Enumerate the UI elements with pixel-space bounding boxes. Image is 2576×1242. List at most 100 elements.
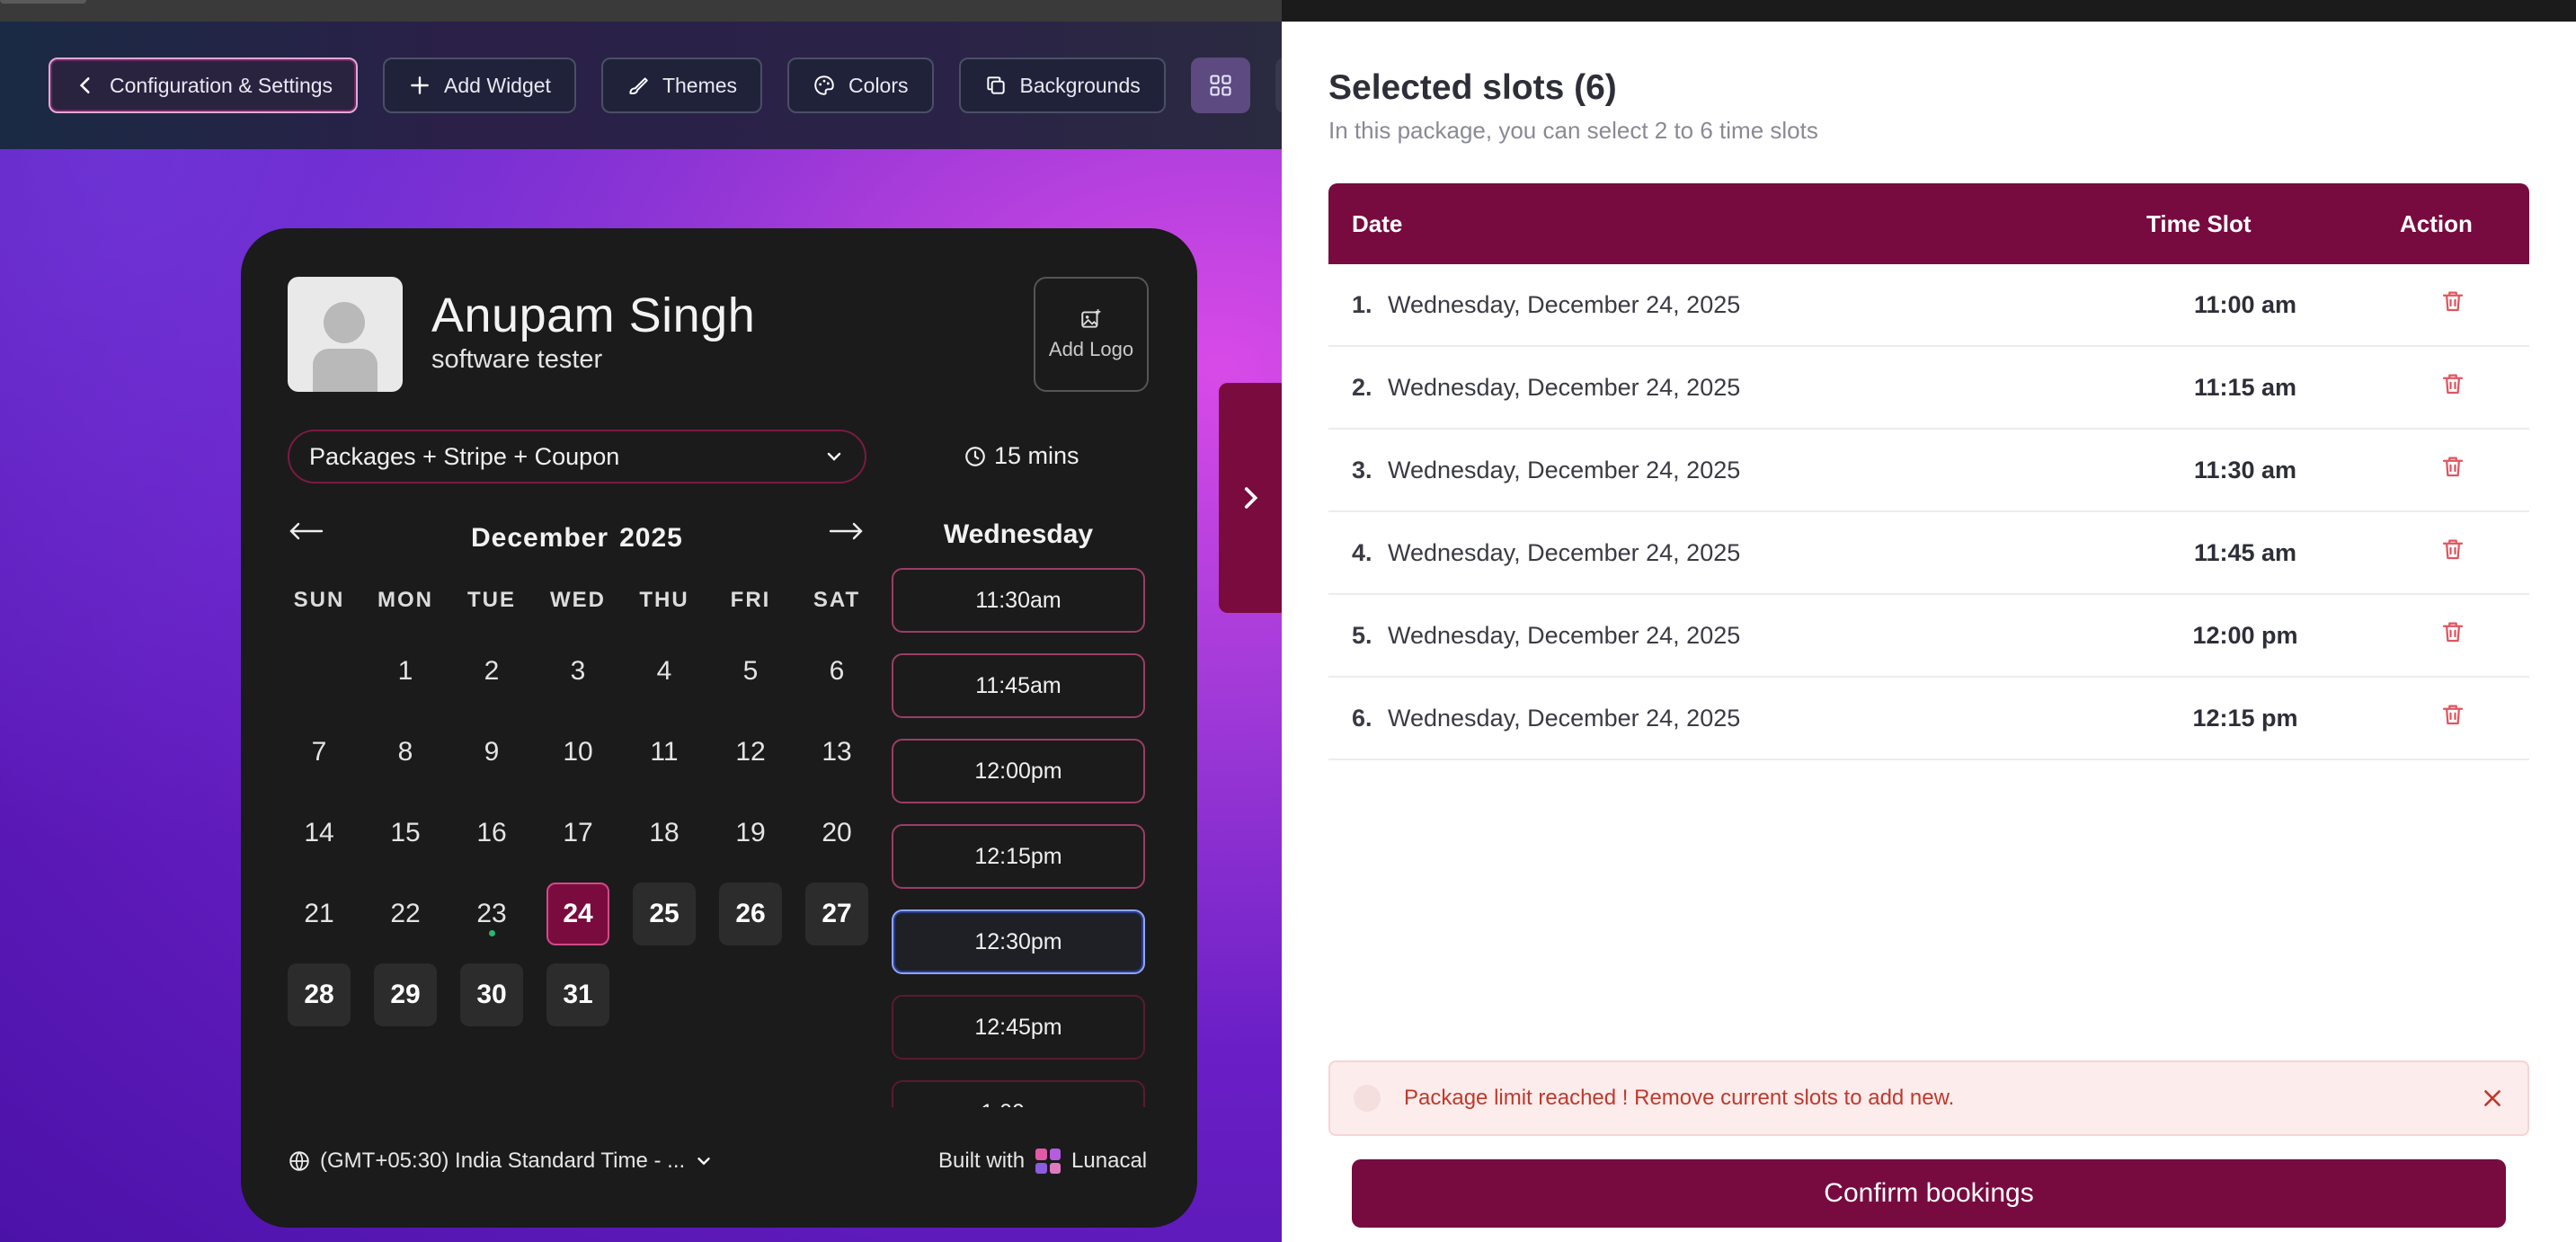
brush-icon [629, 77, 648, 94]
calendar-day-label: 20 [822, 818, 852, 847]
confirm-bookings-button[interactable]: Confirm bookings [1352, 1159, 2506, 1228]
row-date: Wednesday, December 24, 2025 [1388, 539, 1741, 566]
calendar-day-2[interactable]: 2 [460, 640, 523, 703]
editor-toolbar: Configuration & Settings Add Widget Them… [0, 22, 1282, 149]
time-slot-label: 12:30pm [974, 928, 1062, 954]
calendar-day-10[interactable]: 10 [546, 721, 609, 784]
calendar-day-12[interactable]: 12 [719, 721, 782, 784]
row-number: 2. [1352, 374, 1372, 401]
calendar-day-25[interactable]: 25 [633, 883, 696, 945]
duration-value: 15 mins [994, 442, 1079, 469]
calendar-day-8[interactable]: 8 [374, 721, 437, 784]
trash-icon[interactable] [2439, 370, 2466, 397]
row-number: 4. [1352, 539, 1372, 566]
duration-info: 15 mins [964, 442, 1079, 470]
time-slot-button[interactable]: 1:00pm [892, 1080, 1145, 1107]
time-slot-button[interactable]: 12:15pm [892, 824, 1145, 889]
calendar-day-23[interactable]: 23 [460, 883, 523, 945]
calendar-day-24[interactable]: 24 [546, 883, 609, 945]
calendar-day-5[interactable]: 5 [719, 640, 782, 703]
profile-role: software tester [431, 345, 603, 374]
trash-icon[interactable] [2439, 453, 2466, 480]
add-widget-button[interactable]: Add Widget [383, 58, 576, 113]
trash-icon[interactable] [2439, 618, 2466, 645]
table-row: 1. Wednesday, December 24, 2025 11:00 am [1328, 264, 2529, 347]
calendar-day-18[interactable]: 18 [633, 802, 696, 865]
calendar-day-31[interactable]: 31 [546, 963, 609, 1026]
backgrounds-button[interactable]: Backgrounds [958, 58, 1166, 113]
calendar-day-9[interactable]: 9 [460, 721, 523, 784]
calendar-day-13[interactable]: 13 [805, 721, 868, 784]
calendar-day-label: 26 [735, 899, 766, 928]
lunacal-logo-icon [1035, 1149, 1061, 1174]
calendar-day-label: 17 [563, 818, 593, 847]
colors-button[interactable]: Colors [787, 58, 934, 113]
calendar-day-21[interactable]: 21 [288, 883, 351, 945]
trash-icon[interactable] [2439, 701, 2466, 728]
calendar-day-17[interactable]: 17 [546, 802, 609, 865]
row-number: 3. [1352, 457, 1372, 483]
prev-month-button[interactable] [288, 512, 324, 550]
calendar-day-3[interactable]: 3 [546, 640, 609, 703]
calendar-day-27[interactable]: 27 [805, 883, 868, 945]
time-slot-button[interactable]: 12:30pm [892, 909, 1145, 974]
calendar-day-28[interactable]: 28 [288, 963, 351, 1026]
add-logo-button[interactable]: Add Logo [1034, 277, 1149, 392]
time-slot-list: 11:30am 11:45am 12:00pm 12:15pm 12:30pm 12:45… [892, 568, 1145, 1107]
calendar-day-29[interactable]: 29 [374, 963, 437, 1026]
calendar-day-4[interactable]: 4 [633, 640, 696, 703]
layout-grid-button[interactable] [1190, 58, 1250, 113]
time-slot-label: 11:30am [975, 587, 1061, 613]
arrow-right-icon [829, 522, 863, 540]
calendar-day-label: 27 [822, 899, 852, 928]
avatar[interactable] [288, 277, 403, 392]
colors-label: Colors [848, 73, 909, 97]
time-slot-button[interactable]: 12:45pm [892, 995, 1145, 1060]
time-slot-label: 12:15pm [974, 843, 1062, 869]
weekday-fri: FRI [730, 588, 771, 612]
browser-top-strip [0, 0, 1282, 22]
calendar-day-6[interactable]: 6 [805, 640, 868, 703]
calendar-day-label: 10 [563, 737, 593, 767]
chevron-down-icon [697, 1158, 710, 1166]
calendar-day-19[interactable]: 19 [719, 802, 782, 865]
built-with-footer[interactable]: Built with Lunacal [938, 1149, 1147, 1174]
calendar-day-22[interactable]: 22 [374, 883, 437, 945]
time-slot-button[interactable]: 11:45am [892, 653, 1145, 718]
calendar-day-14[interactable]: 14 [288, 802, 351, 865]
calendar-day-label: 9 [484, 737, 500, 767]
next-step-button[interactable] [1219, 383, 1282, 613]
globe-icon [289, 1151, 309, 1171]
row-date: Wednesday, December 24, 2025 [1388, 374, 1741, 401]
weekday-sat: SAT [813, 588, 861, 612]
calendar-day-label: 4 [656, 656, 672, 686]
calendar-day-1[interactable]: 1 [374, 640, 437, 703]
calendar-day-20[interactable]: 20 [805, 802, 868, 865]
themes-button[interactable]: Themes [600, 58, 763, 113]
close-icon[interactable] [2481, 1087, 2504, 1110]
timezone-select[interactable]: (GMT+05:30) India Standard Time - ... [288, 1149, 714, 1174]
package-select[interactable]: Packages + Stripe + Coupon [288, 430, 866, 483]
calendar-day-30[interactable]: 30 [460, 963, 523, 1026]
calendar-day-11[interactable]: 11 [633, 721, 696, 784]
calendar-day-label: 11 [650, 737, 679, 767]
next-month-button[interactable] [829, 512, 865, 550]
calendar-day-label: 22 [390, 899, 421, 928]
layout-list-button[interactable] [1275, 58, 1282, 113]
calendar-day-26[interactable]: 26 [719, 883, 782, 945]
trash-icon[interactable] [2439, 288, 2466, 315]
calendar-day-label: 15 [390, 818, 421, 847]
row-date: Wednesday, December 24, 2025 [1388, 705, 1741, 732]
trash-icon[interactable] [2439, 536, 2466, 563]
calendar-day-16[interactable]: 16 [460, 802, 523, 865]
configuration-settings-button[interactable]: Configuration & Settings [49, 58, 359, 113]
built-with-label: Built with [938, 1149, 1026, 1173]
time-slot-button[interactable]: 11:30am [892, 568, 1145, 633]
time-slot-button[interactable]: 12:00pm [892, 739, 1145, 803]
row-date: Wednesday, December 24, 2025 [1388, 457, 1741, 483]
row-time-slot: 11:45 am [2193, 539, 2297, 566]
add-logo-label: Add Logo [1048, 338, 1134, 360]
calendar-day-15[interactable]: 15 [374, 802, 437, 865]
calendar-day-label: 24 [563, 899, 593, 928]
calendar-day-7[interactable]: 7 [288, 721, 351, 784]
